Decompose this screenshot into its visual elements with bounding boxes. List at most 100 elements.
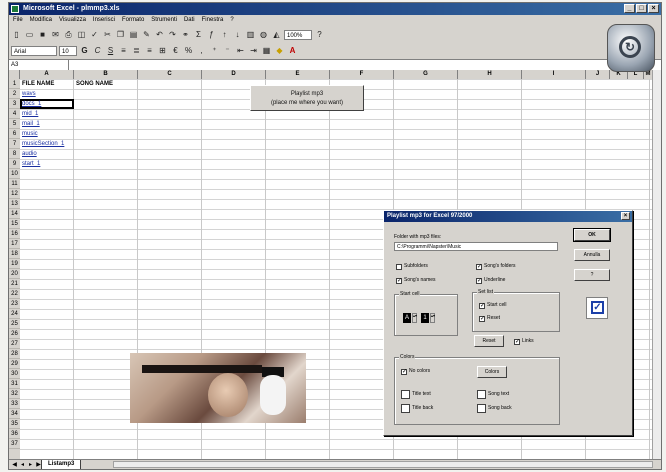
undo-icon[interactable]: ↶ (154, 29, 165, 40)
row-header[interactable]: 33 (9, 399, 20, 409)
help-icon[interactable]: ? (314, 29, 325, 40)
column-header[interactable]: J (586, 70, 610, 79)
row-header[interactable]: 20 (9, 269, 20, 279)
underline-checkbox[interactable]: ✓ Underline (476, 277, 505, 284)
row-header[interactable]: 17 (9, 239, 20, 249)
column-header[interactable]: G (394, 70, 458, 79)
column-header[interactable]: F (330, 70, 394, 79)
dialog-close-icon[interactable]: × (621, 212, 630, 220)
preview-icon[interactable]: ◫ (76, 29, 87, 40)
autosum-icon[interactable]: Σ (193, 29, 204, 40)
row-header[interactable]: 30 (9, 369, 20, 379)
menu-file[interactable]: File (13, 15, 23, 26)
row-header[interactable]: 11 (9, 179, 20, 189)
row-header[interactable]: 37 (9, 439, 20, 449)
file-link[interactable]: wavs (22, 89, 36, 99)
tab-listamp3[interactable]: Listamp3 (41, 460, 82, 469)
underline-icon[interactable]: S (105, 45, 116, 56)
row-header[interactable]: 35 (9, 419, 20, 429)
hyperlink-icon[interactable]: ⚭ (180, 29, 191, 40)
row-header[interactable]: 5 (9, 119, 20, 129)
menu-strumenti[interactable]: Strumenti (151, 15, 177, 26)
first-sheet-icon[interactable]: ◀ (11, 460, 18, 469)
row-header[interactable]: 32 (9, 389, 20, 399)
no-colors-checkbox[interactable]: ✓ No colors (401, 368, 430, 375)
file-link[interactable]: start_1 (22, 159, 40, 169)
open-icon[interactable]: ▭ (24, 29, 35, 40)
row-header[interactable]: 22 (9, 289, 20, 299)
print-icon[interactable]: ⎙ (63, 29, 74, 40)
songs-names-checkbox[interactable]: ✓ Song's names (396, 277, 436, 284)
row-header[interactable]: 12 (9, 189, 20, 199)
row-header[interactable]: 16 (9, 229, 20, 239)
font-color-icon[interactable]: A (287, 45, 298, 56)
column-header[interactable]: A (20, 70, 74, 79)
row-header[interactable]: 6 (9, 129, 20, 139)
menu-finestra[interactable]: Finestra (202, 15, 224, 26)
percent-icon[interactable]: % (183, 45, 194, 56)
horizontal-scrollbar[interactable] (113, 461, 653, 468)
help-button[interactable]: ? (574, 269, 610, 281)
drawing-icon[interactable]: ◭ (271, 29, 282, 40)
close-button[interactable]: × (648, 4, 659, 13)
vertical-scrollbar[interactable] (652, 70, 661, 459)
spelling-icon[interactable]: ✓ (89, 29, 100, 40)
row-header[interactable]: 8 (9, 149, 20, 159)
playlist-mp3-button[interactable]: Playlist mp3 (place me where you want) (250, 85, 364, 111)
start-row-value[interactable]: 1 (421, 313, 429, 323)
links-checkbox[interactable]: ✓ Links (514, 338, 534, 345)
column-header[interactable]: B (74, 70, 138, 79)
row-header[interactable]: 18 (9, 249, 20, 259)
cancel-button[interactable]: Annulla (574, 249, 610, 261)
set-reset-checkbox[interactable]: ✓ Reset (479, 315, 500, 322)
start-row-spinner[interactable]: ▴▾ (430, 313, 435, 323)
function-icon[interactable]: ƒ (206, 29, 217, 40)
new-icon[interactable]: ▯ (11, 29, 22, 40)
menu-help[interactable]: ? (230, 15, 233, 26)
row-header[interactable]: 7 (9, 139, 20, 149)
column-header[interactable]: E (266, 70, 330, 79)
next-sheet-icon[interactable]: ▸ (27, 460, 34, 469)
row-header[interactable]: 25 (9, 319, 20, 329)
font-name-box[interactable]: Arial (11, 45, 57, 56)
currency-icon[interactable]: € (170, 45, 181, 56)
file-link[interactable]: mail_1 (22, 119, 40, 129)
borders-icon[interactable]: ▦ (261, 45, 272, 56)
file-link[interactable]: audio (22, 149, 37, 159)
column-header[interactable]: D (202, 70, 266, 79)
reset-button[interactable]: Reset (474, 335, 504, 347)
menu-visualizza[interactable]: Visualizza (59, 15, 86, 26)
menu-formato[interactable]: Formato (122, 15, 144, 26)
redo-icon[interactable]: ↷ (167, 29, 178, 40)
row-header[interactable]: 29 (9, 359, 20, 369)
row-header[interactable]: 36 (9, 429, 20, 439)
row-header[interactable]: 26 (9, 329, 20, 339)
ok-button[interactable]: OK (573, 228, 611, 242)
merge-center-icon[interactable]: ⊞ (157, 45, 168, 56)
file-link[interactable]: musicSection_1 (22, 139, 64, 149)
menu-inserisci[interactable]: Inserisci (93, 15, 115, 26)
menu-modifica[interactable]: Modifica (30, 15, 52, 26)
row-header[interactable]: 28 (9, 349, 20, 359)
set-start-cell-checkbox[interactable]: ✓ Start cell (479, 302, 506, 309)
zoom-box[interactable]: 100% (284, 29, 312, 40)
row-header[interactable]: 2 (9, 89, 20, 99)
column-header[interactable]: I (522, 70, 586, 79)
song-back-color[interactable]: Song back (477, 404, 512, 413)
bold-icon[interactable]: G (79, 45, 90, 56)
row-header[interactable]: 27 (9, 339, 20, 349)
increase-decimal-icon[interactable]: ⁺ (209, 45, 220, 56)
format-painter-icon[interactable]: ✎ (141, 29, 152, 40)
start-col-value[interactable]: A (403, 313, 411, 323)
row-header[interactable]: 9 (9, 159, 20, 169)
song-text-color[interactable]: Song text (477, 390, 509, 399)
minimize-button[interactable]: _ (624, 4, 635, 13)
column-header[interactable]: C (138, 70, 202, 79)
title-text-color[interactable]: Title text (401, 390, 431, 399)
file-link[interactable]: mid_1 (22, 109, 38, 119)
thousands-icon[interactable]: , (196, 45, 207, 56)
song-name-header[interactable]: SONG NAME (76, 79, 113, 89)
indent-icon[interactable]: ⇥ (248, 45, 259, 56)
row-header[interactable]: 21 (9, 279, 20, 289)
file-name-header[interactable]: FILE NAME (22, 79, 54, 89)
